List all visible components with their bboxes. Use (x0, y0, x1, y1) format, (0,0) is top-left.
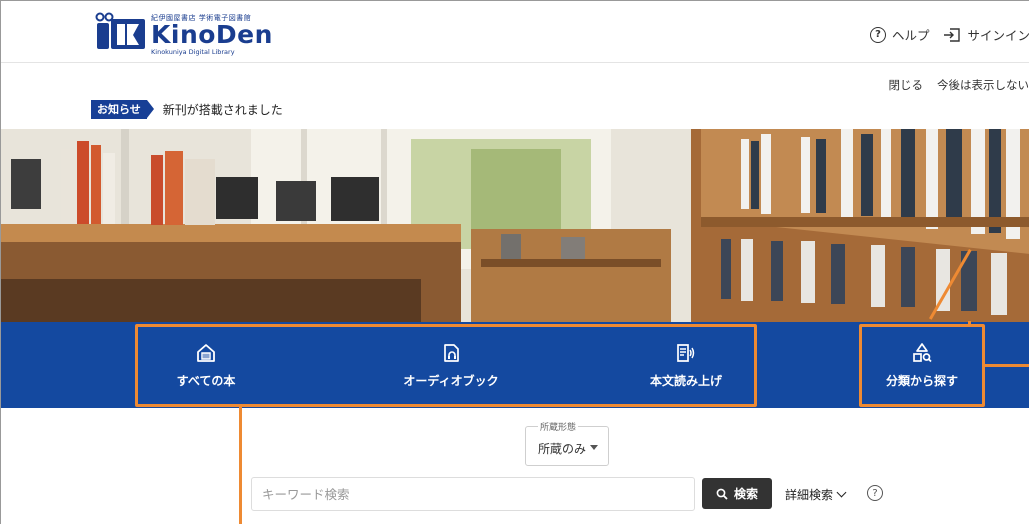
advanced-search-toggle[interactable]: 詳細検索 (785, 486, 847, 503)
holding-type-select[interactable]: 所蔵形態 所蔵のみ (525, 420, 609, 466)
notice-hide-link[interactable]: 今後は表示しない (937, 77, 1029, 93)
nav-browse-by-category[interactable]: 分類から探す (863, 322, 981, 408)
header-actions: ? ヘルプ サインイン (856, 25, 1029, 44)
site-header: 紀伊國屋書店 学術電子図書館 KinoDen Kinokuniya Digita… (1, 1, 1029, 63)
feature-nav-bar: すべての本 オーディオブック 本文読み上げ 分類から探す (1, 322, 1029, 408)
nav-all-books-label: すべての本 (176, 373, 236, 388)
holding-type-value: 所蔵のみ (538, 442, 587, 456)
help-label: ヘルプ (891, 28, 930, 43)
notice-bar: お知らせ 新刊が搭載されました (91, 100, 283, 119)
search-icon (716, 488, 728, 500)
notice-message[interactable]: 新刊が搭載されました (163, 101, 283, 118)
advanced-search-label: 詳細検索 (785, 488, 834, 502)
nav-text-to-speech[interactable]: 本文読み上げ (621, 322, 751, 408)
hero-library-image (1, 129, 1029, 324)
notice-close-link[interactable]: 閉じる (889, 77, 924, 93)
caret-down-icon (590, 445, 598, 450)
search-help-icon[interactable]: ? (867, 485, 883, 501)
nav-audiobook[interactable]: オーディオブック (371, 322, 531, 408)
notice-actions: 閉じる 今後は表示しない (875, 77, 1029, 93)
nav-audiobook-label: オーディオブック (403, 373, 499, 388)
nav-all-books[interactable]: すべての本 (156, 322, 256, 408)
keyword-search-input[interactable] (251, 477, 695, 511)
logo-subtitle: Kinokuniya Digital Library (151, 48, 235, 56)
nav-text-to-speech-label: 本文読み上げ (649, 373, 722, 388)
logo-text: 紀伊國屋書店 学術電子図書館 KinoDen Kinokuniya Digita… (151, 11, 273, 56)
category-search-icon (913, 342, 932, 362)
notice-badge: お知らせ (91, 100, 154, 119)
text-to-speech-icon (677, 343, 695, 362)
page: 紀伊國屋書店 学術電子図書館 KinoDen Kinokuniya Digita… (0, 0, 1029, 524)
holding-type-label: 所蔵形態 (538, 420, 579, 433)
search-button[interactable]: 検索 (702, 478, 772, 509)
audiobook-icon (444, 343, 459, 362)
search-button-label: 検索 (733, 487, 758, 501)
nav-browse-by-category-label: 分類から探す (885, 373, 958, 388)
kinoden-logo-mark (93, 11, 147, 51)
home-book-icon (197, 343, 215, 362)
kinoden-logo[interactable]: 紀伊國屋書店 学術電子図書館 KinoDen Kinokuniya Digita… (93, 11, 273, 56)
signin-label: サインイン (967, 28, 1029, 43)
logo-name: KinoDen (151, 20, 273, 49)
chevron-down-icon (836, 487, 847, 498)
help-link[interactable]: ? ヘルプ (869, 25, 930, 44)
annotation-line-down (239, 407, 242, 524)
help-icon: ? (869, 26, 886, 43)
signin-link[interactable]: サインイン (943, 25, 1029, 44)
signin-icon (944, 27, 961, 42)
